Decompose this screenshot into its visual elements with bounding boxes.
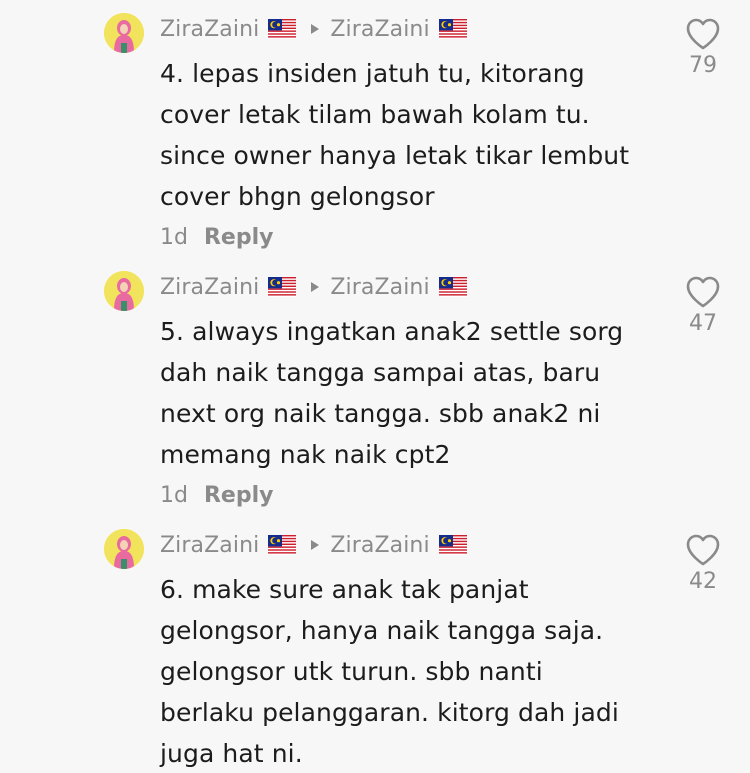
reply-to-username[interactable]: ZiraZaini [330,17,429,42]
comment-footer: 1d Reply [160,222,273,252]
comment-header: ZiraZaini ZiraZaini [160,530,467,560]
reply-to-username[interactable]: ZiraZaini [330,533,429,558]
avatar-image [104,271,144,311]
malaysia-flag-icon [268,19,297,39]
like-control: 42 [680,529,726,594]
avatar-image [104,529,144,569]
comment-text: 6. make sure anak tak panjat gelongsor, … [160,575,619,768]
avatar[interactable] [104,13,144,53]
malaysia-flag-icon [438,535,467,555]
malaysia-flag-icon [438,277,467,297]
comment-text: 4. lepas insiden jatuh tu, kitorang cove… [160,59,630,211]
reply-button[interactable]: Reply [204,225,274,250]
avatar-image [104,13,144,53]
reply-arrow-icon [310,281,320,293]
heart-icon[interactable] [685,17,721,51]
comment-age: 1d [160,482,188,508]
malaysia-flag-icon [268,277,297,297]
like-count: 47 [689,311,717,336]
malaysia-flag-icon [438,19,467,39]
reply-button[interactable]: Reply [204,483,274,508]
comment-age: 1d [160,224,188,250]
username[interactable]: ZiraZaini [160,533,259,558]
heart-icon[interactable] [685,275,721,309]
comment-header: ZiraZaini ZiraZaini [160,14,467,44]
avatar[interactable] [104,529,144,569]
username[interactable]: ZiraZaini [160,275,259,300]
comment-text: 5. always ingatkan anak2 settle sorg dah… [160,317,624,469]
comment-thread: ZiraZaini ZiraZaini 4. lepas insiden jat… [0,0,750,773]
like-count: 42 [689,569,717,594]
heart-icon[interactable] [685,533,721,567]
comment-footer: 1d Reply [160,480,273,510]
like-count: 79 [689,53,717,78]
reply-arrow-icon [310,23,320,35]
malaysia-flag-icon [268,535,297,555]
username[interactable]: ZiraZaini [160,17,259,42]
avatar[interactable] [104,271,144,311]
reply-to-username[interactable]: ZiraZaini [330,275,429,300]
reply-arrow-icon [310,539,320,551]
like-control: 79 [680,13,726,78]
like-control: 47 [680,271,726,336]
comment-header: ZiraZaini ZiraZaini [160,272,467,302]
